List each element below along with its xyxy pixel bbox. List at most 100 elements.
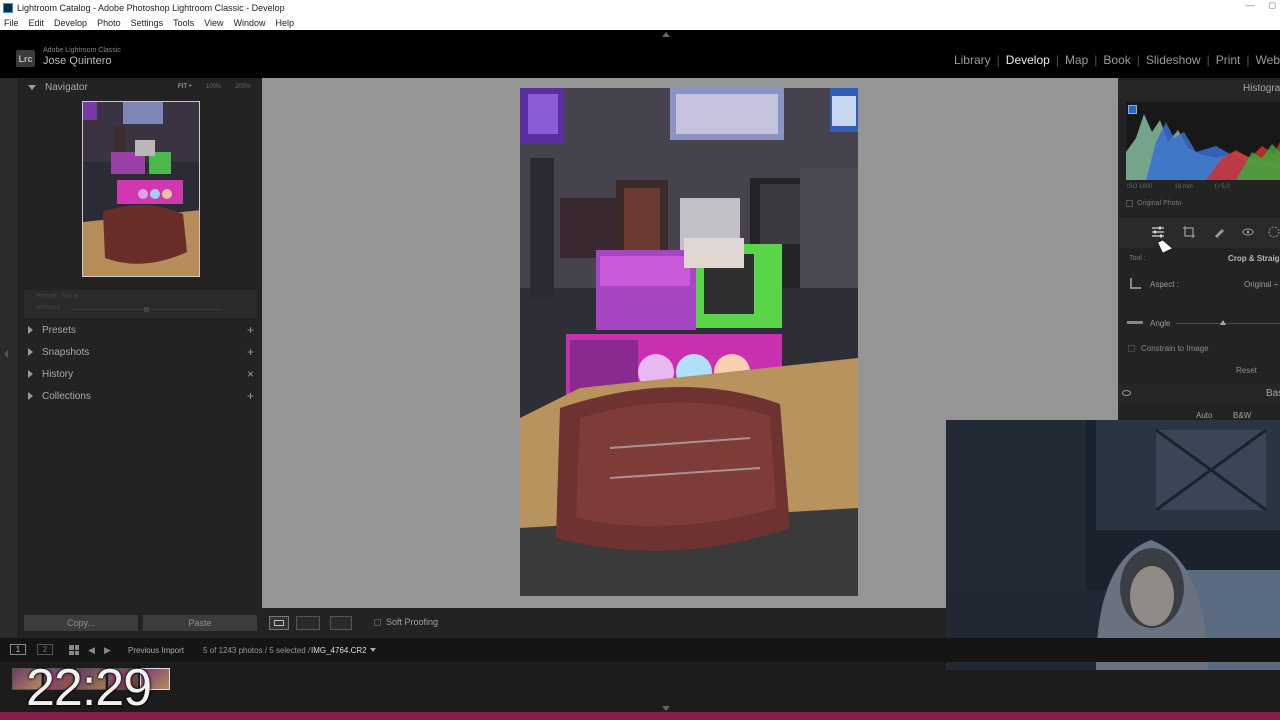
module-map[interactable]: Map (1059, 53, 1094, 67)
collapse-filmstrip-icon[interactable] (662, 706, 670, 711)
menu-view[interactable]: View (204, 18, 223, 28)
selected-filename[interactable]: IMG_4764.CR2 (311, 646, 367, 655)
window-controls: — ◻ (1246, 0, 1276, 11)
angle-label: Angle (1150, 319, 1171, 328)
main-photo[interactable] (520, 88, 858, 596)
straighten-tool-icon[interactable] (1127, 321, 1143, 324)
filmstrip-header (0, 638, 1280, 662)
snapshots-title: Snapshots (42, 346, 90, 358)
panel-visibility-eye-icon[interactable] (1122, 390, 1131, 396)
histogram-graph[interactable] (1126, 102, 1280, 180)
snapshots-header[interactable]: Snapshots + (24, 343, 260, 361)
masking-icon[interactable] (1267, 225, 1280, 239)
menu-window[interactable]: Window (234, 18, 266, 28)
add-preset-icon[interactable]: + (247, 323, 254, 337)
previous-arrow-icon[interactable]: ◀ (88, 645, 95, 656)
soft-proofing-checkbox[interactable] (374, 618, 381, 626)
angle-slider-track[interactable] (1176, 323, 1280, 324)
presets-header[interactable]: Presets + (24, 321, 260, 339)
soft-proofing-toggle[interactable]: Soft Proofing (374, 617, 438, 627)
collapse-left-panel-icon[interactable] (4, 350, 8, 358)
main-window-button[interactable]: 1 (10, 644, 26, 655)
menu-tools[interactable]: Tools (173, 18, 194, 28)
webcam-feed (946, 420, 1280, 670)
paste-settings-button[interactable]: Paste (143, 615, 257, 631)
menu-settings[interactable]: Settings (131, 18, 164, 28)
history-header[interactable]: History × (24, 365, 260, 383)
expand-triangle-icon (28, 348, 33, 356)
add-collection-icon[interactable]: + (247, 389, 254, 403)
constrain-to-image-toggle[interactable]: Constrain to Image (1128, 344, 1209, 353)
module-print[interactable]: Print (1210, 53, 1247, 67)
secondary-window-button[interactable]: 2 (37, 644, 53, 655)
aspect-label: Aspect : (1150, 280, 1179, 289)
module-library[interactable]: Library (948, 53, 997, 67)
navigator-title: Navigator (45, 81, 88, 93)
maximize-button[interactable]: ◻ (1269, 0, 1276, 11)
main-photo-image (520, 88, 858, 596)
exif-aperture: f / 5.0 (1214, 184, 1230, 190)
collections-header[interactable]: Collections + (24, 387, 260, 405)
module-picker: Library | Develop | Map | Book | Slideshow | … (948, 53, 1280, 67)
grid-view-icon[interactable] (69, 645, 79, 655)
preset-label: Preset : None (36, 293, 79, 300)
loupe-view-icon (274, 620, 284, 626)
filmstrip-source[interactable]: Previous Import (128, 646, 184, 655)
compare-view-button[interactable] (330, 616, 352, 630)
basic-panel-header[interactable] (1118, 384, 1280, 404)
constrain-checkbox[interactable] (1128, 345, 1135, 352)
edit-sliders-icon[interactable] (1151, 225, 1165, 239)
center-toolbar (262, 608, 948, 638)
filename-dropdown-icon[interactable] (370, 648, 376, 652)
menu-develop[interactable]: Develop (54, 18, 87, 28)
angle-slider-knob[interactable] (1220, 320, 1226, 325)
crop-icon[interactable] (1182, 225, 1196, 239)
module-develop[interactable]: Develop (1000, 53, 1056, 67)
selection-info: 5 of 1243 photos / 5 selected / (203, 646, 311, 655)
minimize-button[interactable]: — (1246, 0, 1255, 11)
zoom-100-option[interactable]: 100% (206, 84, 221, 90)
history-title: History (42, 368, 74, 380)
histogram-curves (1126, 114, 1280, 180)
preset-amount-strip: Preset : None Amount (24, 290, 257, 318)
next-arrow-icon[interactable]: ▶ (104, 645, 111, 656)
auto-tone-button[interactable]: Auto (1196, 411, 1212, 420)
black-white-button[interactable]: B&W (1233, 411, 1251, 420)
menu-file[interactable]: File (4, 18, 19, 28)
original-photo-toggle[interactable]: Original Photo (1126, 200, 1181, 207)
original-photo-label: Original Photo (1137, 200, 1182, 207)
copy-settings-button[interactable]: Copy... (24, 615, 138, 631)
crop-reset-button[interactable]: Reset (1236, 366, 1257, 375)
aspect-dropdown[interactable]: Original ÷ (1244, 280, 1278, 289)
collections-title: Collections (42, 390, 91, 402)
loupe-view-button[interactable] (269, 616, 289, 630)
amount-slider-knob[interactable] (144, 307, 149, 312)
module-slideshow[interactable]: Slideshow (1140, 53, 1207, 67)
lightroom-app-icon (3, 3, 13, 13)
exif-info: ISO 1600 18 mm f / 5.0 (1127, 184, 1230, 190)
zoom-fit-option[interactable]: FIT ÷ (178, 84, 192, 90)
module-book[interactable]: Book (1097, 53, 1136, 67)
healing-brush-icon[interactable] (1212, 225, 1226, 239)
add-snapshot-icon[interactable]: + (247, 345, 254, 359)
shadow-clipping-indicator[interactable] (1128, 105, 1137, 114)
menu-edit[interactable]: Edit (29, 18, 45, 28)
menu-photo[interactable]: Photo (97, 18, 121, 28)
red-eye-icon[interactable] (1241, 225, 1255, 239)
original-photo-checkbox[interactable] (1126, 200, 1133, 207)
constrain-label: Constrain to Image (1141, 344, 1209, 353)
exif-focal-length: 18 mm (1174, 184, 1193, 190)
clear-history-icon[interactable]: × (247, 367, 254, 381)
menu-help[interactable]: Help (276, 18, 295, 28)
zoom-200-option[interactable]: 200% (235, 84, 250, 90)
aspect-crop-icon[interactable] (1130, 278, 1141, 289)
identity-user-name: Jose Quintero (43, 55, 112, 67)
amount-label: Amount (36, 304, 61, 311)
navigator-preview-image (83, 102, 199, 276)
webcam-overlay (946, 420, 1280, 670)
module-web[interactable]: Web (1250, 53, 1280, 67)
before-after-view-button[interactable] (296, 616, 320, 630)
collapse-top-panel-icon[interactable] (662, 32, 670, 37)
histogram-title: Histogram (1243, 83, 1280, 94)
navigator-preview[interactable] (82, 101, 200, 277)
